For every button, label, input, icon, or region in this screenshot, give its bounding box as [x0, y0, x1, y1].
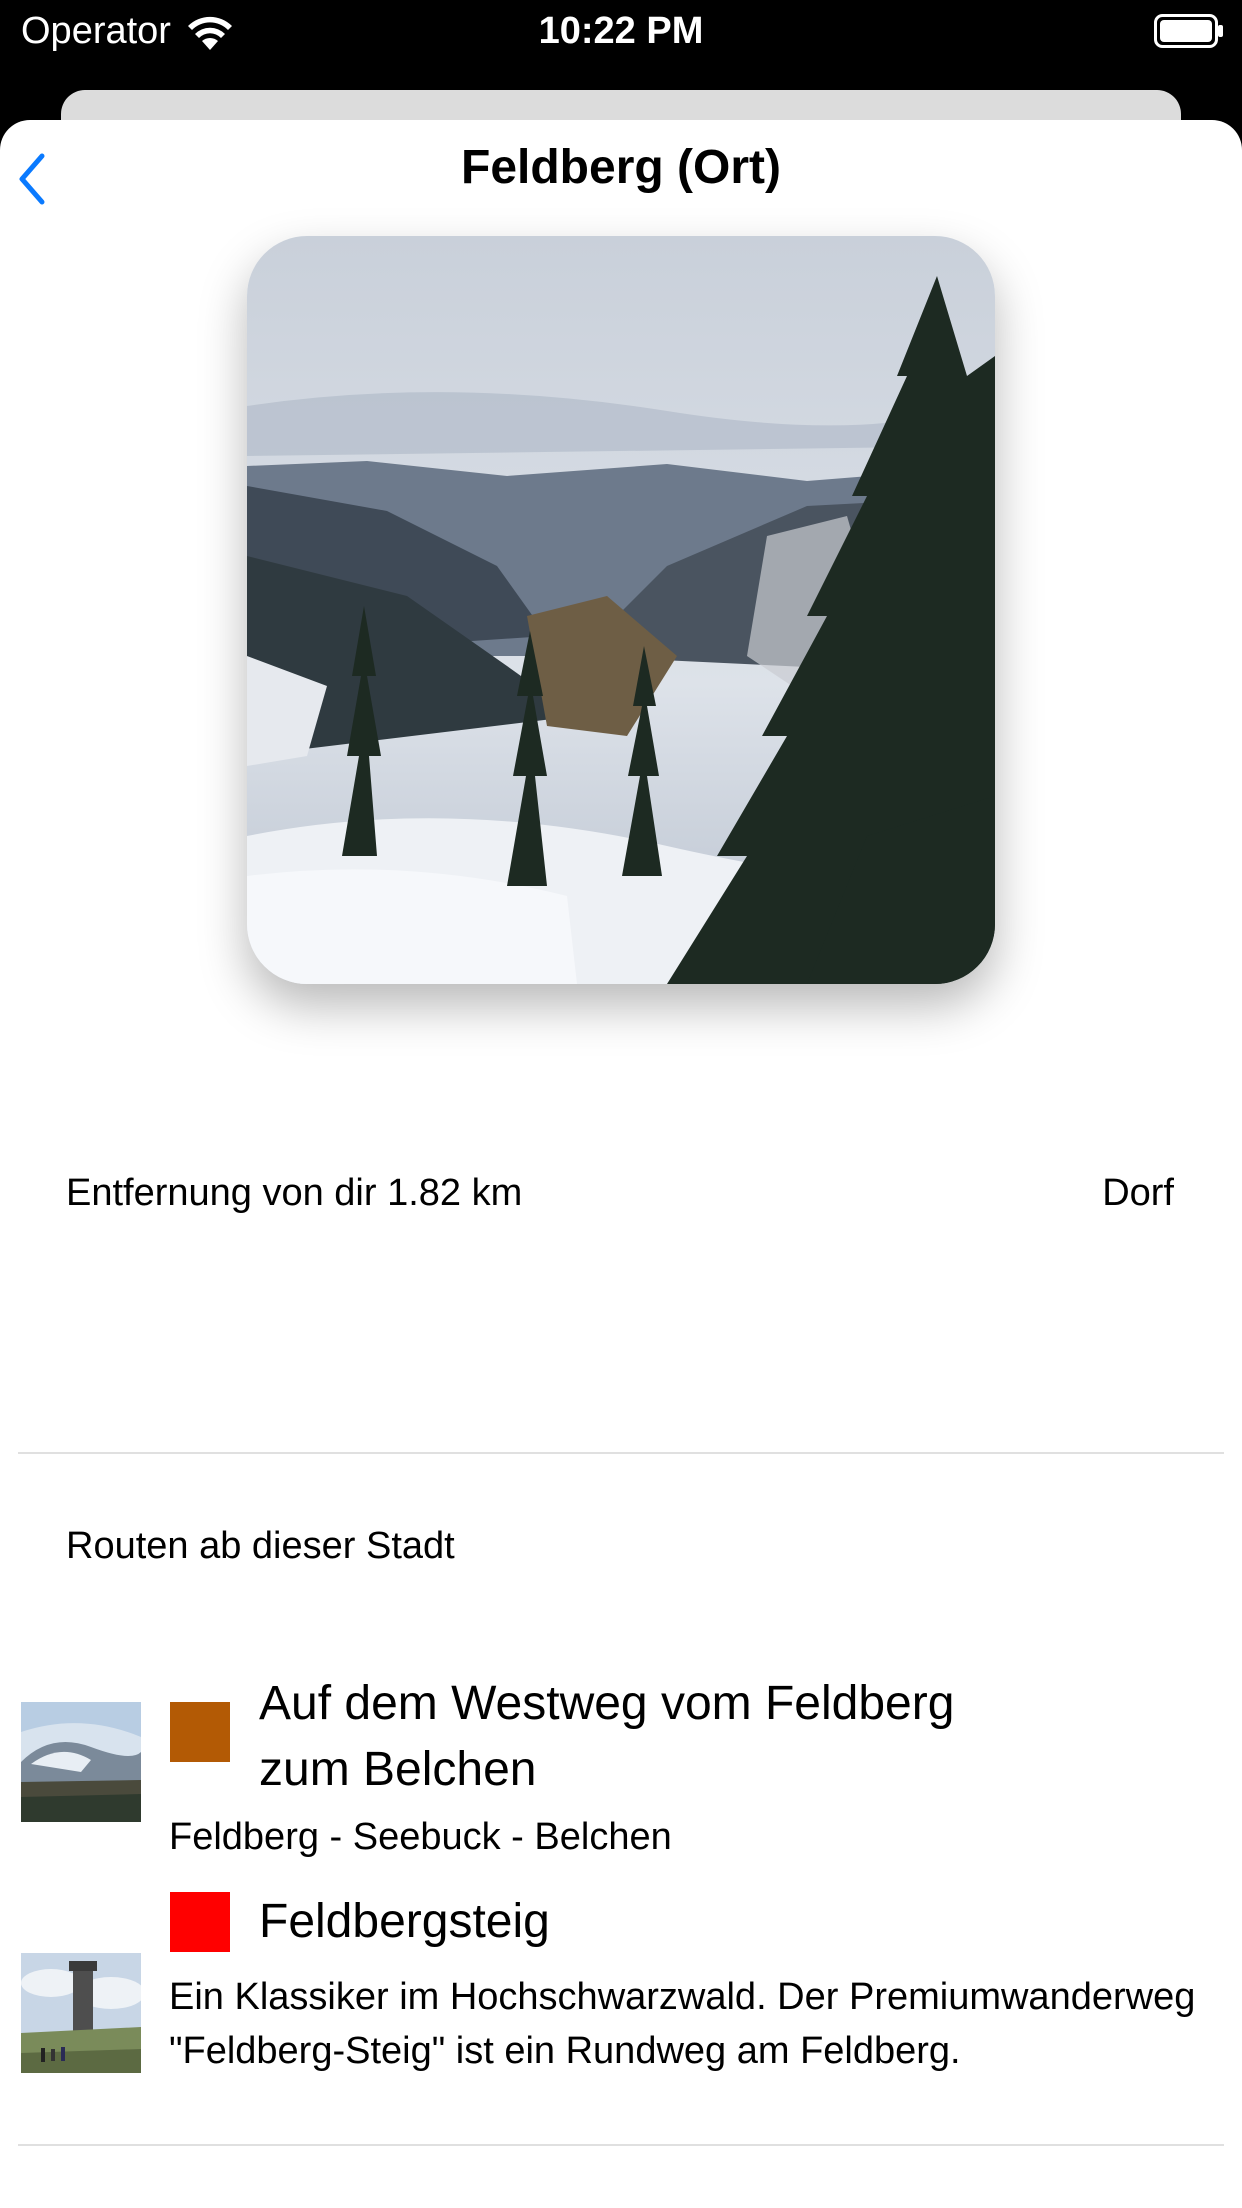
page-title: Feldberg (Ort) — [461, 141, 781, 194]
route-color-swatch — [170, 1892, 230, 1952]
place-photo — [247, 236, 995, 984]
route-title: Feldbergsteig — [259, 1895, 550, 1948]
route-description: Feldberg - Seebuck - Belchen — [169, 1816, 672, 1858]
divider — [18, 1452, 1224, 1454]
route-thumbnail — [21, 1702, 141, 1822]
status-bar: Operator 10:22 PM — [0, 0, 1242, 80]
route-title: Auf dem Westweg vom Feldberg zum Belchen — [259, 1671, 954, 1803]
routes-section-title: Routen ab dieser Stadt — [66, 1525, 455, 1567]
route-title-line: zum Belchen — [259, 1743, 537, 1796]
route-thumbnail — [21, 1953, 141, 2073]
battery-icon — [1154, 14, 1223, 48]
distance-label: Entfernung von dir 1.82 km — [66, 1172, 523, 1214]
status-time: 10:22 PM — [538, 10, 704, 52]
route-item[interactable]: Auf dem Westweg vom Feldberg zum Belchen… — [0, 1640, 1242, 1858]
route-title-line: Auf dem Westweg vom Feldberg — [259, 1677, 955, 1730]
place-type-label: Dorf — [1102, 1172, 1174, 1214]
divider — [18, 2144, 1224, 2146]
route-item[interactable]: Feldbergsteig Ein Klassiker im Hochschwa… — [0, 1865, 1242, 2165]
detail-sheet: Feldberg (Ort) Entfernung von dir 1.82 k… — [0, 120, 1242, 2208]
route-description: Ein Klassiker im Hochschwarzwald. Der Pr… — [169, 1976, 1196, 2072]
route-color-swatch — [170, 1702, 230, 1762]
